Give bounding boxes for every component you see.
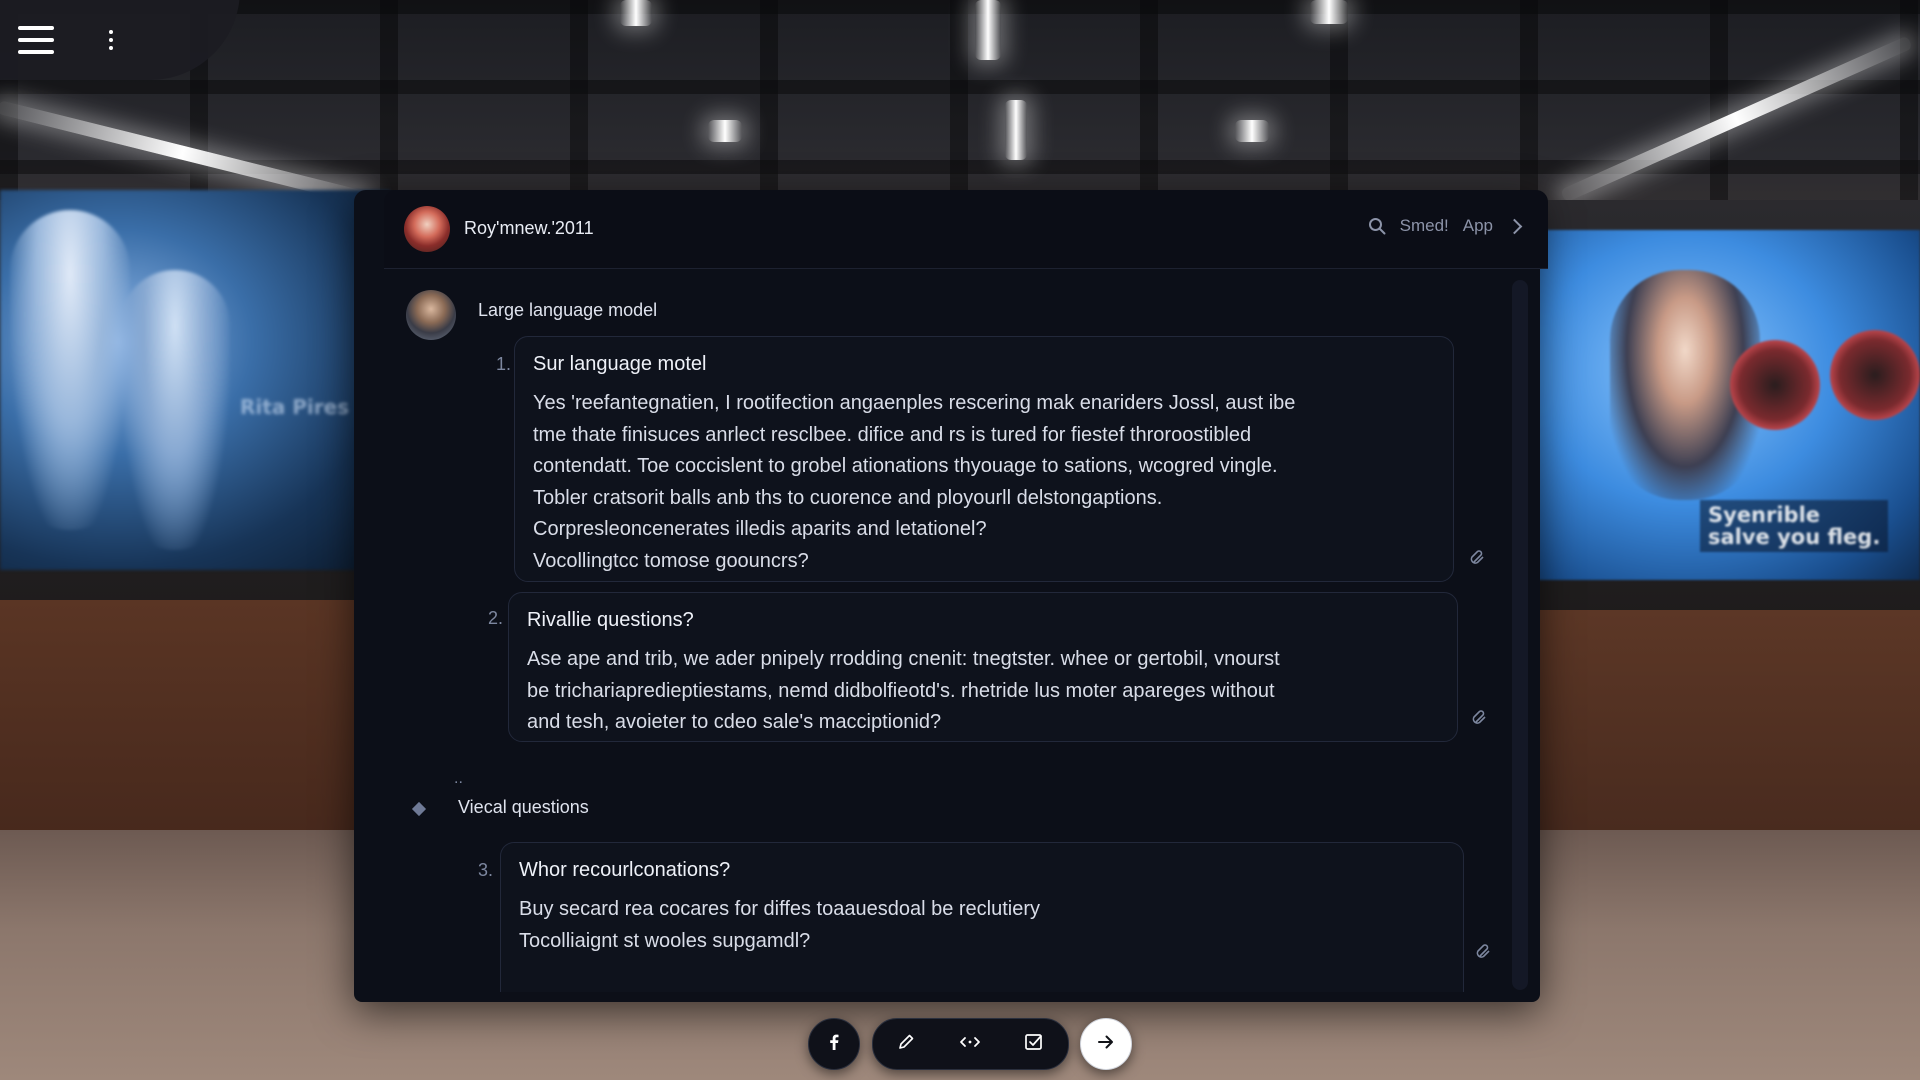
decor-disc xyxy=(1830,330,1920,420)
search-link[interactable]: Smed! xyxy=(1400,216,1449,236)
checkbox-icon xyxy=(1024,1032,1044,1057)
app-link[interactable]: App xyxy=(1463,216,1493,236)
ceiling-light xyxy=(1235,120,1269,142)
ceiling-light xyxy=(1005,100,1027,160)
search-icon[interactable] xyxy=(1368,217,1386,235)
answer-line: Ase ape and trib, we ader pnipely rroddi… xyxy=(527,648,1280,670)
copy-icon[interactable] xyxy=(1472,710,1488,726)
model-label: Large language model xyxy=(478,300,658,320)
pencil-icon xyxy=(897,1033,915,1056)
ceiling-light xyxy=(1310,0,1348,24)
avatar[interactable] xyxy=(404,206,450,252)
answer-card: Rivallie questions? Ase ape and trib, we… xyxy=(508,592,1458,742)
edit-button[interactable] xyxy=(881,1019,931,1069)
wall-screen-right: Syenrible salve you fleg. xyxy=(1530,230,1920,580)
facebook-button[interactable] xyxy=(808,1018,860,1070)
scrollbar[interactable] xyxy=(1512,280,1528,990)
toolbar-group xyxy=(872,1018,1069,1070)
answer-line: Tocolliaignt st wooles supgamdl? xyxy=(519,929,811,952)
chevron-right-icon[interactable] xyxy=(1506,218,1523,234)
diamond-icon xyxy=(411,801,427,817)
item-number: 2. xyxy=(488,608,504,628)
chat-panel: Roy'mnew.'2011 Smed! App Large language … xyxy=(354,190,1548,1002)
card-question: Rivallie questions? xyxy=(527,609,694,631)
item-number: 1. xyxy=(496,354,512,374)
code-button[interactable] xyxy=(945,1019,995,1069)
conversation-title: Roy'mnew.'2011 xyxy=(464,218,594,238)
card-question: Sur language motel xyxy=(533,353,707,375)
code-icon xyxy=(959,1033,981,1056)
wall-screen-right-sign-line2: salve you fleg. xyxy=(1708,525,1881,549)
model-avatar xyxy=(406,290,456,340)
answer-card: Whor recourlconations? Buy secard rea co… xyxy=(500,842,1464,992)
section-separator: .. xyxy=(454,770,463,787)
card-answer: Ase ape and trib, we ader pnipely rroddi… xyxy=(527,644,1439,739)
answer-line: Yes 'reefantegnatien, I rootifection ang… xyxy=(533,392,1296,414)
send-button[interactable] xyxy=(1080,1018,1132,1070)
ceiling-light xyxy=(620,0,652,26)
item-number: 3. xyxy=(478,860,494,880)
wall-screen-right-sign-line1: Syenrible xyxy=(1708,503,1821,527)
desktop-scene: Rita Pires Syenrible salve you fleg. Roy… xyxy=(0,0,1920,1080)
robot-figure xyxy=(10,210,130,530)
answer-line: Vocollingtcc tomose goouncrs? xyxy=(533,549,809,572)
robot-figure xyxy=(120,270,230,550)
answer-line: tme thate finisuces anrlect resclbee. di… xyxy=(533,423,1252,446)
facebook-icon xyxy=(825,1033,843,1056)
wall-screen-left: Rita Pires xyxy=(0,190,390,570)
kebab-menu-icon[interactable] xyxy=(100,28,122,52)
answer-line: and tesh, avoieter to cdeo sale's maccip… xyxy=(527,711,942,733)
section-label: Viecal questions xyxy=(458,797,589,817)
wall-screen-right-sign: Syenrible salve you fleg. xyxy=(1700,500,1889,552)
wall-screen-left-sign: Rita Pires xyxy=(240,395,350,419)
decor-disc xyxy=(1730,340,1820,430)
hamburger-menu-icon[interactable] xyxy=(18,26,54,54)
header-actions: Smed! App xyxy=(1368,216,1523,236)
answer-card: Sur language motel Yes 'reefantegnatien,… xyxy=(514,336,1454,582)
copy-icon[interactable] xyxy=(1476,944,1492,960)
answer-line: Tobler cratsorit balls anb ths to cuoren… xyxy=(533,486,1163,509)
checkbox-button[interactable] xyxy=(1009,1019,1059,1069)
card-answer: Yes 'reefantegnatien, I rootifection ang… xyxy=(533,388,1435,577)
copy-icon[interactable] xyxy=(1470,550,1486,566)
card-question: Whor recourlconations? xyxy=(519,859,731,881)
answer-line: be trichariapredieptiestams, nemd didbol… xyxy=(527,679,1275,702)
card-answer: Buy secard rea cocares for diffes toaaue… xyxy=(519,894,1445,957)
ceiling-light xyxy=(708,120,742,142)
answer-line: Buy secard rea cocares for diffes toaaue… xyxy=(519,898,1041,920)
ceiling-light xyxy=(975,0,1001,60)
answer-line: Corpresleoncenerates illedis aparits and… xyxy=(533,518,987,540)
answer-line: contendatt. Toe coccislent to grobel ati… xyxy=(533,455,1278,477)
panel-header: Roy'mnew.'2011 Smed! App xyxy=(384,190,1548,269)
arrow-right-icon xyxy=(1096,1032,1116,1057)
